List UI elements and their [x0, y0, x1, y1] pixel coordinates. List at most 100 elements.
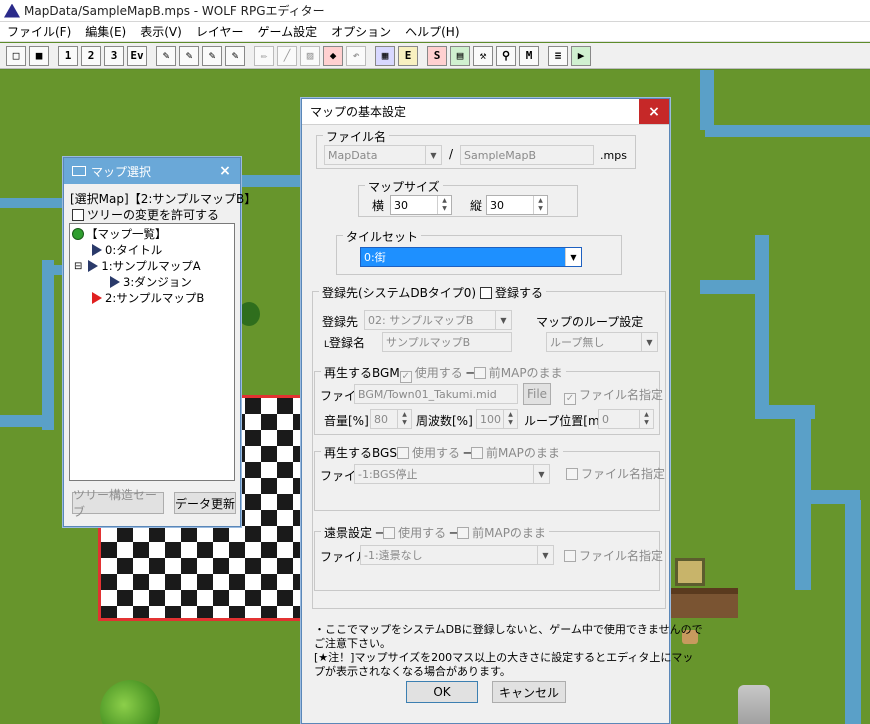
tileset-label: タイルセット — [343, 228, 422, 245]
pen-size2-icon[interactable]: ✎ — [179, 45, 199, 66]
line-icon[interactable]: ╱ — [277, 45, 297, 66]
fill-rect-icon[interactable]: ▨ — [300, 45, 320, 66]
bgm-loop-stepper[interactable]: 0 ▲ ▼ — [598, 409, 654, 429]
save-icon[interactable]: ■ — [29, 45, 49, 66]
end-icon[interactable]: E — [398, 45, 418, 66]
search-icon[interactable]: ⚲ — [496, 45, 516, 66]
dialog-titlebar[interactable]: マップの基本設定 × — [302, 99, 669, 125]
selected-map-icon — [92, 292, 102, 304]
collapse-icon[interactable]: ⊟ — [74, 261, 82, 272]
bg-specify-checkbox[interactable] — [564, 550, 576, 562]
pen-size3-icon[interactable]: ✎ — [202, 45, 222, 66]
spin-icon[interactable]: ▲ ▼ — [437, 196, 451, 214]
tree-item-sample-b[interactable]: 2:サンプルマップB — [92, 290, 204, 306]
height-label: 縦 — [470, 199, 483, 213]
menu-edit[interactable]: 編集(E) — [78, 22, 133, 42]
layer1-button[interactable]: 1 — [58, 45, 78, 66]
bg-use-checkbox[interactable] — [383, 527, 396, 539]
width-stepper[interactable]: 30 ▲ ▼ — [390, 195, 452, 215]
tool-icon[interactable]: ⚒ — [473, 45, 493, 66]
bgs-file-select[interactable]: -1:BGS停止 ▼ — [354, 464, 550, 484]
spin-icon[interactable]: ▲ ▼ — [397, 410, 411, 428]
window-title: MapData/SampleMapB.mps - WOLF RPGエディター — [24, 4, 325, 18]
menu-view[interactable]: 表示(V) — [133, 22, 189, 42]
bg-specify[interactable]: ファイル名指定 — [564, 547, 663, 564]
river — [845, 500, 861, 724]
map-list-icon — [72, 228, 84, 240]
event-layer-button[interactable]: Ev — [127, 45, 147, 66]
layer2-button[interactable]: 2 — [81, 45, 101, 66]
bgm-volume-stepper[interactable]: 80 ▲ ▼ — [370, 409, 412, 429]
register-dest-select[interactable]: 02: サンプルマップB ▼ — [364, 310, 512, 330]
sysdb-icon[interactable]: S — [427, 45, 447, 66]
play-icon[interactable]: ▶ — [571, 45, 591, 66]
loop-select[interactable]: ループ無し ▼ — [546, 332, 658, 352]
bgs-use-checkbox[interactable] — [396, 447, 409, 459]
spin-icon[interactable]: ▲ ▼ — [503, 410, 517, 428]
river — [0, 415, 54, 427]
bg-keep-checkbox[interactable] — [457, 527, 470, 539]
allow-tree-change-checkbox[interactable] — [72, 209, 84, 221]
filename-field[interactable]: SampleMapB — [460, 145, 594, 165]
tree-item-dungeon[interactable]: 3:ダンジョン — [110, 274, 192, 290]
bgm-file-field[interactable]: BGM/Town01_Takumi.mid — [354, 384, 518, 404]
menu-options[interactable]: オプション — [324, 22, 398, 42]
river — [705, 125, 870, 137]
map-select-window: マップ選択 × [選択Map]【2:サンプルマップB】 ツリーの変更を許可する … — [63, 157, 256, 527]
chevron-down-icon: ▼ — [533, 465, 549, 483]
height-stepper[interactable]: 30 ▲ ▼ — [486, 195, 548, 215]
spin-icon[interactable]: ▲ ▼ — [533, 196, 547, 214]
register-name-field[interactable]: サンプルマップB — [382, 332, 512, 352]
menu-layer[interactable]: レイヤー — [189, 22, 251, 42]
undo-icon[interactable]: ↶ — [346, 45, 366, 66]
close-button[interactable]: × — [639, 99, 669, 124]
pen-size4-icon[interactable]: ✎ — [225, 45, 245, 66]
register-checkbox[interactable] — [479, 287, 492, 299]
map-settings-icon[interactable]: ▦ — [375, 45, 395, 66]
bgm-file-button[interactable]: File — [523, 383, 551, 405]
tileset-icon[interactable]: ▤ — [450, 45, 470, 66]
bgs-keep-checkbox[interactable] — [471, 447, 484, 459]
menu-game-settings[interactable]: ゲーム設定 — [250, 22, 324, 42]
pen-size1-icon[interactable]: ✎ — [156, 45, 176, 66]
bgm-specify[interactable]: ✓ ファイル名指定 — [564, 386, 663, 405]
bgm-specify-checkbox[interactable]: ✓ — [564, 393, 576, 405]
allow-tree-change[interactable]: ツリーの変更を許可する — [72, 206, 219, 223]
ok-button[interactable]: OK — [406, 681, 478, 703]
save-tree-button[interactable]: ツリー構造セーブ — [72, 488, 164, 519]
new-file-icon[interactable]: □ — [6, 45, 26, 66]
map-select-titlebar[interactable]: マップ選択 × — [64, 158, 240, 184]
bgm-use-checkbox[interactable]: ✓ — [399, 371, 412, 383]
bgs-specify-checkbox[interactable] — [566, 468, 578, 480]
menu-file[interactable]: ファイル(F) — [0, 22, 78, 42]
tileset-select[interactable]: 0:街 ▼ — [360, 247, 582, 267]
spin-icon[interactable]: ▲ ▼ — [639, 410, 653, 428]
refresh-button[interactable]: データ更新 — [174, 492, 236, 514]
tree — [100, 680, 160, 724]
map-list-icon[interactable]: M — [519, 45, 539, 66]
bush — [238, 302, 260, 326]
note-line4: プが表示されなくなる場合があります。 — [314, 665, 511, 678]
tree-item-title[interactable]: 0:タイトル — [92, 242, 162, 258]
bgm-volume-label: 音量[%] — [324, 414, 369, 428]
menu-help[interactable]: ヘルプ(H) — [398, 22, 466, 42]
close-icon[interactable]: × — [210, 158, 240, 183]
pencil-icon[interactable]: ✏ — [254, 45, 274, 66]
bucket-icon[interactable]: ◆ — [323, 45, 343, 66]
map-icon — [110, 276, 120, 288]
document-icon[interactable]: ≡ — [548, 45, 568, 66]
layer3-button[interactable]: 3 — [104, 45, 124, 66]
bgs-group-title: 再生するBGS 使用する ─ 前MAPのまま — [321, 444, 563, 461]
file-extension: .mps — [600, 149, 627, 162]
cancel-button[interactable]: キャンセル — [492, 681, 566, 703]
bgm-keep-checkbox[interactable] — [473, 367, 486, 379]
dialog-title: マップの基本設定 — [310, 105, 407, 119]
bgm-freq-stepper[interactable]: 100 ▲ ▼ — [476, 409, 518, 429]
bgs-specify[interactable]: ファイル名指定 — [566, 465, 665, 482]
bg-file-select[interactable]: -1:遠景なし ▼ — [360, 545, 554, 565]
wolf-app-icon — [4, 3, 20, 18]
tree-root[interactable]: 【マップ一覧】 — [72, 226, 167, 242]
folder-select[interactable]: MapData ▼ — [324, 145, 442, 165]
tree-item-sample-a[interactable]: ⊟ 1:サンプルマップA — [74, 258, 201, 274]
register-label: 登録する — [494, 286, 543, 300]
